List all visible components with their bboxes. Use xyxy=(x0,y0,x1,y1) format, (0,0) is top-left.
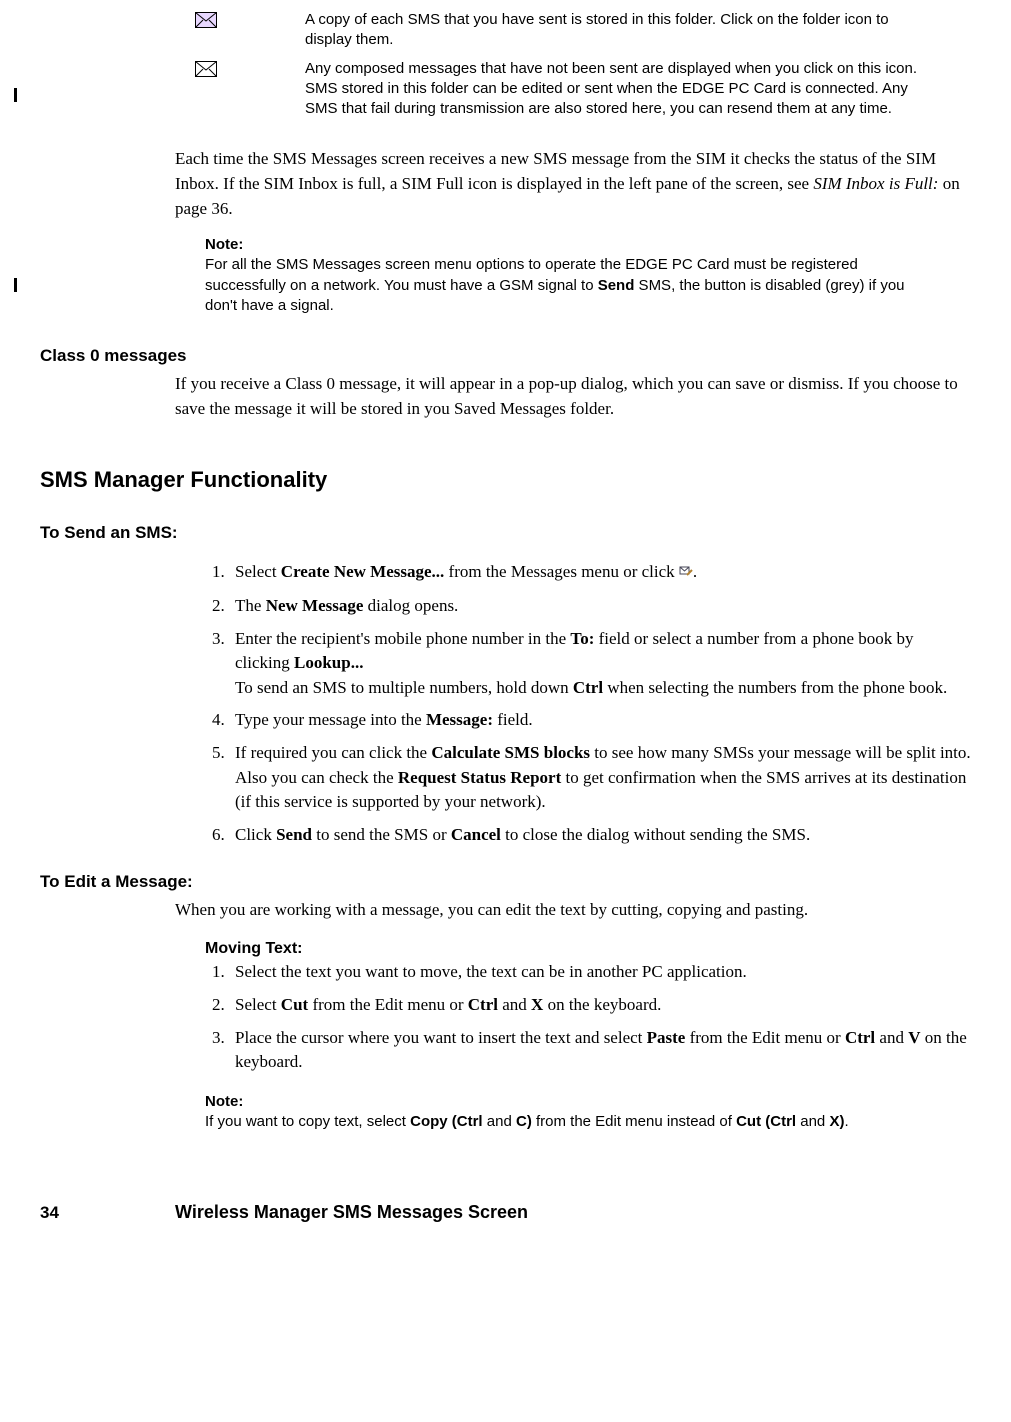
list-item: Type your message into the Message: fiel… xyxy=(229,708,971,733)
sim-paragraph: Each time the SMS Messages screen receiv… xyxy=(175,147,971,221)
class0-body: If you receive a Class 0 message, it wil… xyxy=(175,372,971,421)
list-item: Enter the recipient's mobile phone numbe… xyxy=(229,627,971,701)
unsent-description: Any composed messages that have not been… xyxy=(305,59,925,120)
sent-description: A copy of each SMS that you have sent is… xyxy=(305,10,925,51)
list-item: If required you can click the Calculate … xyxy=(229,741,971,815)
page-footer: 34 Wireless Manager SMS Messages Screen xyxy=(40,1202,971,1223)
heading-sms-manager: SMS Manager Functionality xyxy=(40,467,971,493)
icon-row-unsent: Any composed messages that have not been… xyxy=(195,59,971,120)
new-message-icon xyxy=(679,561,693,586)
heading-to-send: To Send an SMS: xyxy=(40,523,971,543)
list-item: Select Create New Message... from the Me… xyxy=(229,560,971,585)
icon-row-sent: A copy of each SMS that you have sent is… xyxy=(195,10,971,51)
note-copy: Note: If you want to copy text, select C… xyxy=(205,1092,931,1133)
page-number: 34 xyxy=(40,1203,175,1223)
list-item: Select the text you want to move, the te… xyxy=(229,960,971,985)
steps-send: Select Create New Message... from the Me… xyxy=(205,560,971,847)
steps-moving: Select the text you want to move, the te… xyxy=(205,960,971,1075)
change-bar xyxy=(14,278,17,292)
footer-title: Wireless Manager SMS Messages Screen xyxy=(175,1202,528,1223)
heading-to-edit: To Edit a Message: xyxy=(40,872,971,892)
note-network: Note: For all the SMS Messages screen me… xyxy=(205,235,931,316)
list-item: Place the cursor where you want to inser… xyxy=(229,1026,971,1075)
list-item: Select Cut from the Edit menu or Ctrl an… xyxy=(229,993,971,1018)
envelope-unsent-icon xyxy=(195,64,217,81)
change-bar xyxy=(14,88,17,102)
list-item: The New Message dialog opens. xyxy=(229,594,971,619)
envelope-sent-icon xyxy=(195,15,217,32)
heading-moving-text: Moving Text: xyxy=(205,940,971,958)
heading-class0: Class 0 messages xyxy=(40,346,971,366)
to-edit-body: When you are working with a message, you… xyxy=(175,898,971,923)
list-item: Click Send to send the SMS or Cancel to … xyxy=(229,823,971,848)
